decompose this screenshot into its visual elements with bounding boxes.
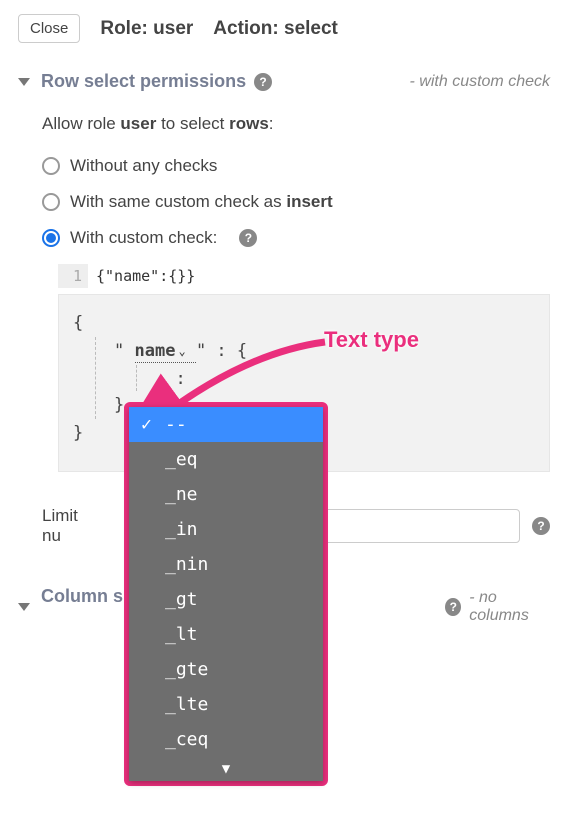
code-editor[interactable]: 1 {"name":{}} [58, 264, 550, 288]
chevron-down-icon: ⌄ [178, 344, 185, 358]
dropdown-item[interactable]: _ne [129, 477, 323, 512]
dropdown-item[interactable]: _ceq [129, 722, 323, 757]
radio-icon [42, 229, 60, 247]
radio-without-checks[interactable]: Without any checks [42, 156, 550, 176]
header-row: Close Role: user Action: select [18, 14, 550, 43]
radio-label: With custom check: [70, 228, 217, 248]
builder-field-name[interactable]: name⌄ [135, 341, 196, 363]
column-permissions-suffix: - no columns [469, 589, 550, 625]
row-permissions-header[interactable]: Row select permissions ? - with custom c… [18, 71, 550, 92]
radio-icon [42, 193, 60, 211]
help-icon[interactable]: ? [445, 598, 461, 616]
help-icon[interactable]: ? [254, 73, 272, 91]
builder-field-row[interactable]: " name⌄ " : { [114, 337, 535, 365]
allow-text: Allow role user to select rows: [42, 114, 550, 134]
operator-dropdown[interactable]: -- _eq _ne _in _nin _gt _lt _gte _lte _c… [129, 407, 323, 781]
dropdown-item[interactable]: _eq [129, 442, 323, 477]
role-label: Role: user [100, 18, 193, 40]
radio-same-as-insert[interactable]: With same custom check as insert [42, 192, 550, 212]
builder-open-brace: { [73, 309, 535, 337]
line-gutter: 1 [58, 264, 88, 288]
dropdown-item[interactable]: _gte [129, 652, 323, 687]
radio-label: Without any checks [70, 156, 217, 176]
action-label: Action: select [213, 18, 338, 40]
dropdown-item[interactable]: _nin [129, 547, 323, 582]
dropdown-item[interactable]: _lt [129, 617, 323, 652]
chevron-down-icon [18, 603, 30, 611]
help-icon[interactable]: ? [239, 229, 257, 247]
radio-icon [42, 157, 60, 175]
dropdown-item[interactable]: -- [129, 407, 323, 442]
radio-label: With same custom check as insert [70, 192, 333, 212]
dropdown-item[interactable]: _in [129, 512, 323, 547]
dropdown-item[interactable]: _lte [129, 687, 323, 722]
builder-operator-row[interactable]: op: [155, 365, 535, 391]
dropdown-item[interactable]: _gt [129, 582, 323, 617]
limit-input[interactable] [303, 509, 520, 543]
code-content: {"name":{}} [88, 264, 203, 288]
operator-dropdown-highlight: -- _eq _ne _in _nin _gt _lt _gte _lte _c… [124, 402, 328, 786]
chevron-down-icon [18, 78, 30, 86]
dropdown-scroll-down-icon[interactable]: ▼ [129, 757, 323, 781]
close-button[interactable]: Close [18, 14, 80, 43]
radio-custom-check[interactable]: With custom check: ? [42, 228, 550, 248]
row-permissions-suffix: - with custom check [410, 73, 550, 91]
help-icon[interactable]: ? [532, 517, 550, 535]
limit-label: Limit nu [42, 506, 101, 546]
row-permissions-title: Row select permissions [41, 71, 246, 92]
